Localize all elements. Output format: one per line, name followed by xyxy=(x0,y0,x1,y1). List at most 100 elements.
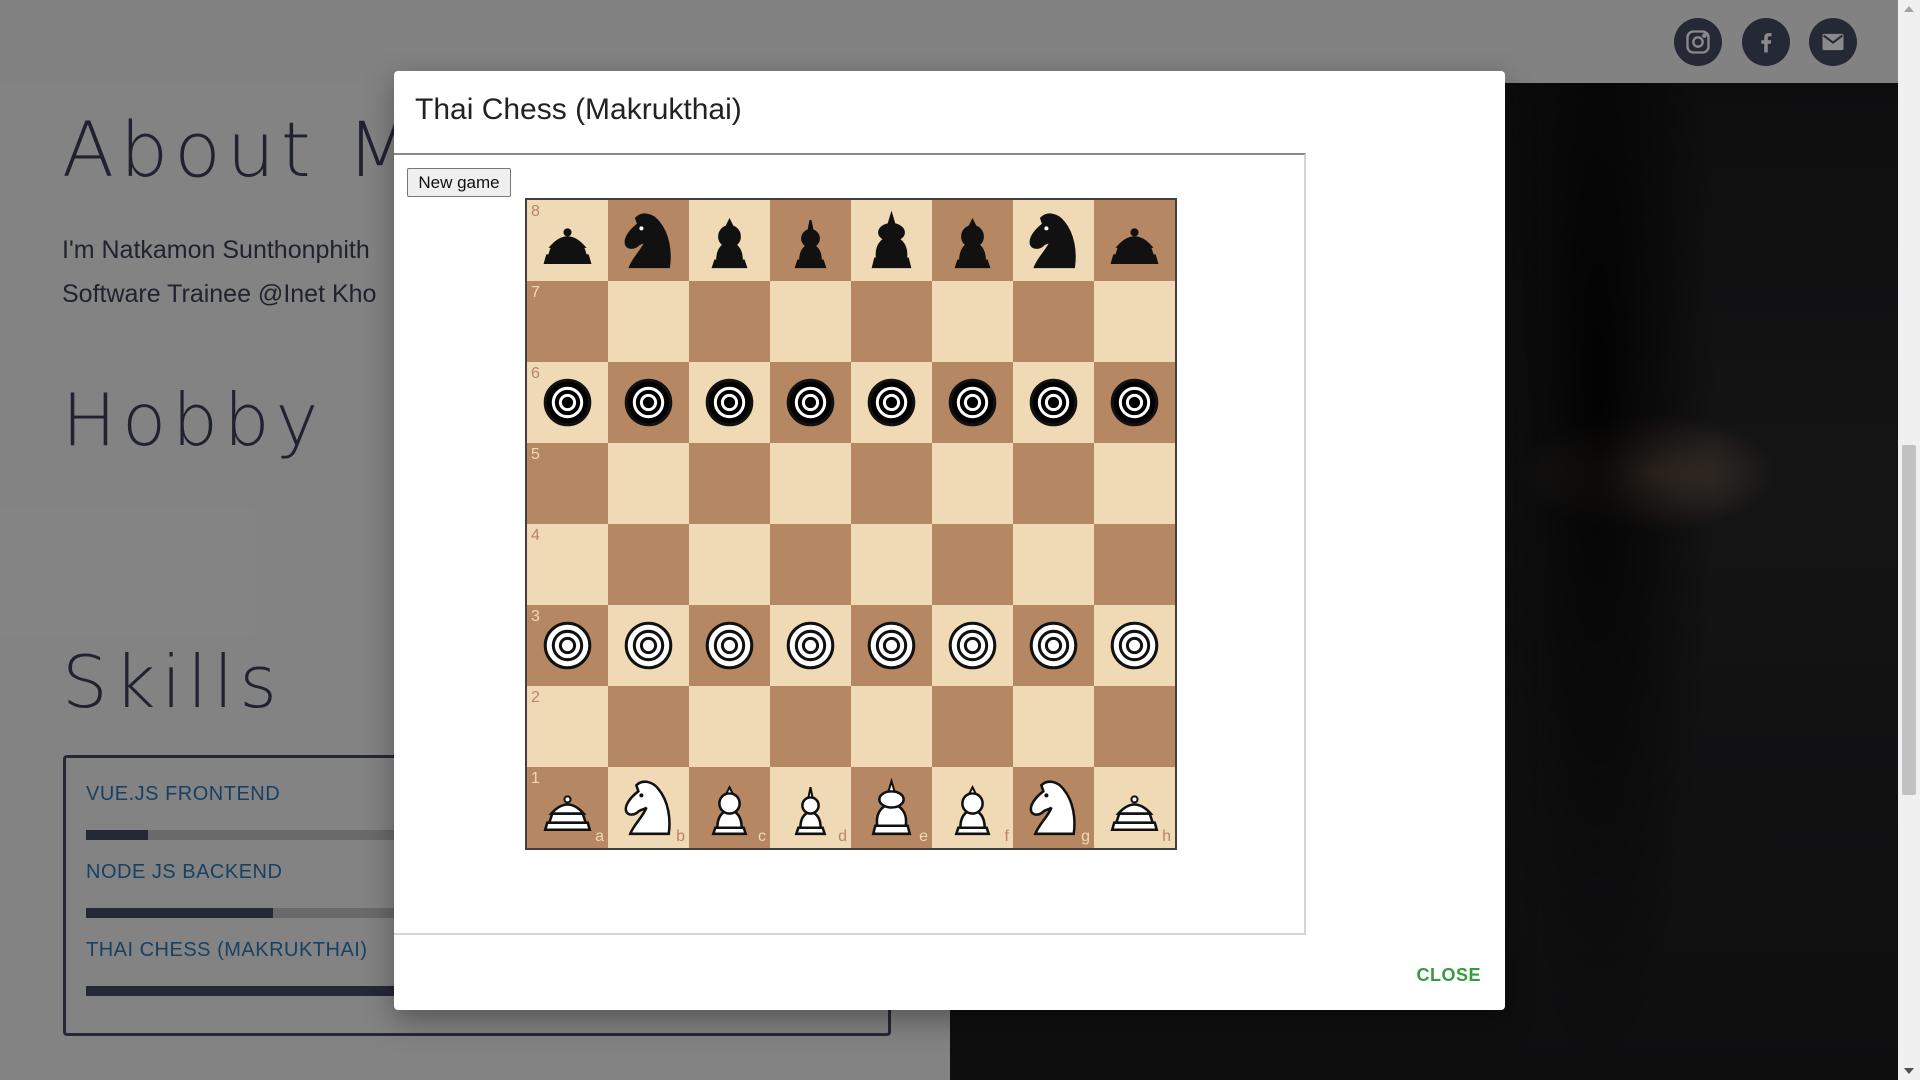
board-square-d1[interactable]: d xyxy=(770,767,851,848)
white-pawn-icon[interactable] xyxy=(851,605,932,686)
white-pawn-icon[interactable] xyxy=(932,605,1013,686)
board-square-b6[interactable] xyxy=(608,362,689,443)
white-rook-icon[interactable] xyxy=(1094,767,1175,848)
board-square-g1[interactable]: g xyxy=(1013,767,1094,848)
close-button[interactable]: CLOSE xyxy=(1408,961,1489,990)
board-square-b1[interactable]: b xyxy=(608,767,689,848)
board-square-a4[interactable]: 4 xyxy=(527,524,608,605)
board-square-d6[interactable] xyxy=(770,362,851,443)
board-square-h2[interactable] xyxy=(1094,686,1175,767)
board-square-c6[interactable] xyxy=(689,362,770,443)
board-square-b4[interactable] xyxy=(608,524,689,605)
black-pawn-icon[interactable] xyxy=(932,362,1013,443)
white-queen-icon[interactable] xyxy=(770,767,851,848)
board-square-h4[interactable] xyxy=(1094,524,1175,605)
board-square-h7[interactable] xyxy=(1094,281,1175,362)
board-square-f8[interactable] xyxy=(932,200,1013,281)
board-square-g8[interactable] xyxy=(1013,200,1094,281)
black-pawn-icon[interactable] xyxy=(851,362,932,443)
board-square-a7[interactable]: 7 xyxy=(527,281,608,362)
board-square-f7[interactable] xyxy=(932,281,1013,362)
board-square-g4[interactable] xyxy=(1013,524,1094,605)
board-square-c4[interactable] xyxy=(689,524,770,605)
scroll-down-arrow-icon[interactable] xyxy=(1904,1068,1914,1074)
board-square-a6[interactable]: 6 xyxy=(527,362,608,443)
white-knight-icon[interactable] xyxy=(608,767,689,848)
board-square-a3[interactable]: 3 xyxy=(527,605,608,686)
white-pawn-icon[interactable] xyxy=(689,605,770,686)
board-square-f6[interactable] xyxy=(932,362,1013,443)
board-square-d3[interactable] xyxy=(770,605,851,686)
board-square-f3[interactable] xyxy=(932,605,1013,686)
board-square-e3[interactable] xyxy=(851,605,932,686)
board-square-f4[interactable] xyxy=(932,524,1013,605)
black-knight-icon[interactable] xyxy=(608,200,689,281)
black-queen-icon[interactable] xyxy=(770,200,851,281)
board-square-c3[interactable] xyxy=(689,605,770,686)
black-rook-icon[interactable] xyxy=(1094,200,1175,281)
board-square-f1[interactable]: f xyxy=(932,767,1013,848)
white-rook-icon[interactable] xyxy=(527,767,608,848)
white-king-icon[interactable] xyxy=(851,767,932,848)
black-pawn-icon[interactable] xyxy=(1094,362,1175,443)
board-square-e6[interactable] xyxy=(851,362,932,443)
black-king-icon[interactable] xyxy=(851,200,932,281)
board-square-h3[interactable] xyxy=(1094,605,1175,686)
white-pawn-icon[interactable] xyxy=(1094,605,1175,686)
board-square-d4[interactable] xyxy=(770,524,851,605)
black-rook-icon[interactable] xyxy=(527,200,608,281)
board-square-c5[interactable] xyxy=(689,443,770,524)
board-square-f5[interactable] xyxy=(932,443,1013,524)
board-square-f2[interactable] xyxy=(932,686,1013,767)
scrollbar-thumb[interactable] xyxy=(1902,445,1916,795)
board-square-e8[interactable] xyxy=(851,200,932,281)
board-square-e1[interactable]: e xyxy=(851,767,932,848)
white-pawn-icon[interactable] xyxy=(770,605,851,686)
black-pawn-icon[interactable] xyxy=(527,362,608,443)
board-square-h8[interactable] xyxy=(1094,200,1175,281)
board-square-c7[interactable] xyxy=(689,281,770,362)
black-bishop-icon[interactable] xyxy=(932,200,1013,281)
black-pawn-icon[interactable] xyxy=(770,362,851,443)
board-square-a2[interactable]: 2 xyxy=(527,686,608,767)
white-pawn-icon[interactable] xyxy=(1013,605,1094,686)
board-square-h1[interactable]: h xyxy=(1094,767,1175,848)
board-square-c2[interactable] xyxy=(689,686,770,767)
board-square-e7[interactable] xyxy=(851,281,932,362)
board-square-a5[interactable]: 5 xyxy=(527,443,608,524)
board-square-g3[interactable] xyxy=(1013,605,1094,686)
board-square-a1[interactable]: 1a xyxy=(527,767,608,848)
board-square-g7[interactable] xyxy=(1013,281,1094,362)
page-scrollbar[interactable] xyxy=(1898,0,1920,1080)
board-square-h6[interactable] xyxy=(1094,362,1175,443)
board-square-c1[interactable]: c xyxy=(689,767,770,848)
board-square-g6[interactable] xyxy=(1013,362,1094,443)
scroll-up-arrow-icon[interactable] xyxy=(1904,6,1914,12)
black-pawn-icon[interactable] xyxy=(608,362,689,443)
board-square-a8[interactable]: 8 xyxy=(527,200,608,281)
board-square-d7[interactable] xyxy=(770,281,851,362)
board-square-d8[interactable] xyxy=(770,200,851,281)
black-bishop-icon[interactable] xyxy=(689,200,770,281)
board-square-e4[interactable] xyxy=(851,524,932,605)
board-square-e5[interactable] xyxy=(851,443,932,524)
new-game-button[interactable]: New game xyxy=(407,168,511,197)
board-square-b2[interactable] xyxy=(608,686,689,767)
chess-board[interactable]: 8 76 5 4 3 2 1 a b c d e f g h xyxy=(525,198,1177,850)
white-knight-icon[interactable] xyxy=(1013,767,1094,848)
white-pawn-icon[interactable] xyxy=(608,605,689,686)
board-square-d5[interactable] xyxy=(770,443,851,524)
black-knight-icon[interactable] xyxy=(1013,200,1094,281)
white-pawn-icon[interactable] xyxy=(527,605,608,686)
white-bishop-icon[interactable] xyxy=(689,767,770,848)
board-square-b8[interactable] xyxy=(608,200,689,281)
black-pawn-icon[interactable] xyxy=(689,362,770,443)
board-square-e2[interactable] xyxy=(851,686,932,767)
board-square-b7[interactable] xyxy=(608,281,689,362)
black-pawn-icon[interactable] xyxy=(1013,362,1094,443)
board-square-g5[interactable] xyxy=(1013,443,1094,524)
board-square-c8[interactable] xyxy=(689,200,770,281)
board-square-b5[interactable] xyxy=(608,443,689,524)
white-bishop-icon[interactable] xyxy=(932,767,1013,848)
board-square-d2[interactable] xyxy=(770,686,851,767)
